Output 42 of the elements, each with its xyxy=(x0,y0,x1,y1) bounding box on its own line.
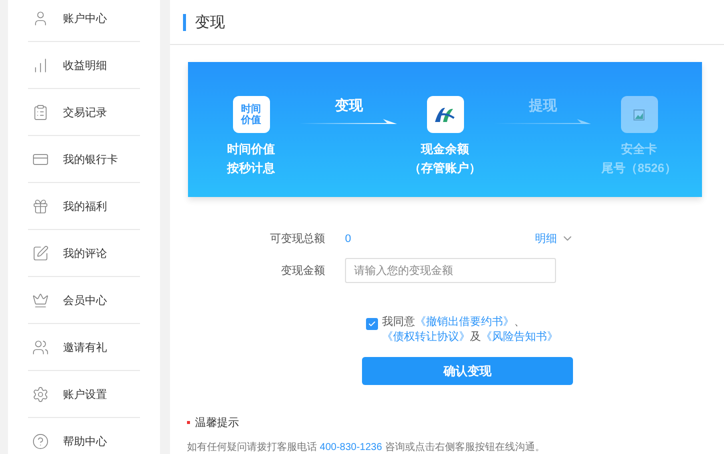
menu-icon xyxy=(32,292,49,308)
arrow-icon xyxy=(299,118,397,126)
field-label: 可变现总额 xyxy=(269,232,325,246)
menu-icon xyxy=(32,56,49,74)
menu-icon xyxy=(32,432,49,450)
broken-image-icon xyxy=(620,96,658,133)
sidebar-item[interactable]: 账户设置 xyxy=(28,371,140,418)
menu-icon xyxy=(32,198,49,214)
sidebar-item[interactable]: 邀请有礼 xyxy=(28,324,140,371)
sidebar-item[interactable]: 收益明细 xyxy=(28,42,140,89)
sidebar-item[interactable]: 我的评论 xyxy=(28,230,140,277)
menu-icon xyxy=(32,338,49,356)
step-label: 现金余额 xyxy=(421,141,469,158)
agreement-text: 我同意《撤销出借要约书》、 《债权转让协议》及《风险告知书》 xyxy=(382,315,559,345)
menu-icon xyxy=(32,244,49,262)
sidebar-item[interactable]: 帮助中心 xyxy=(28,418,140,454)
step-label: 安全卡 xyxy=(620,141,657,158)
menu-icon xyxy=(32,104,49,120)
agree-checkbox[interactable] xyxy=(366,318,378,330)
check-icon xyxy=(368,320,376,328)
page-title: 变现 xyxy=(195,12,225,32)
step-label: （存管账户） xyxy=(409,160,481,177)
sidebar-item[interactable]: 账户中心 xyxy=(28,0,140,42)
title-bar-marker xyxy=(183,14,186,30)
amount-input[interactable]: 请输入您的变现金额 xyxy=(345,258,556,283)
sidebar-item[interactable]: 我的银行卡 xyxy=(28,136,140,183)
step-label: 按秒计息 xyxy=(227,160,275,177)
arrow-label: 变现 xyxy=(335,96,363,114)
sidebar-item[interactable]: 交易记录 xyxy=(28,89,140,136)
total-value: 0 xyxy=(345,232,352,244)
arrow-label: 提现 xyxy=(529,96,557,114)
step-label: 尾号（8526） xyxy=(602,160,676,177)
menu-icon xyxy=(32,386,49,402)
sidebar-item[interactable]: 我的福利 xyxy=(28,183,140,230)
field-label: 变现金额 xyxy=(280,264,325,278)
step-label: 时间价值 xyxy=(227,141,275,158)
menu-icon xyxy=(32,10,49,26)
tips-text: 如有任何疑问请拨打客服电话 400-830-1236 咨询或点击右侧客服按钮在线沟通。 xyxy=(187,440,546,454)
app-icon: 时间 价值 xyxy=(232,96,270,133)
tips-title: 温馨提示 xyxy=(195,416,239,430)
sidebar-item[interactable]: 会员中心 xyxy=(28,277,140,324)
logo-icon xyxy=(426,96,464,133)
